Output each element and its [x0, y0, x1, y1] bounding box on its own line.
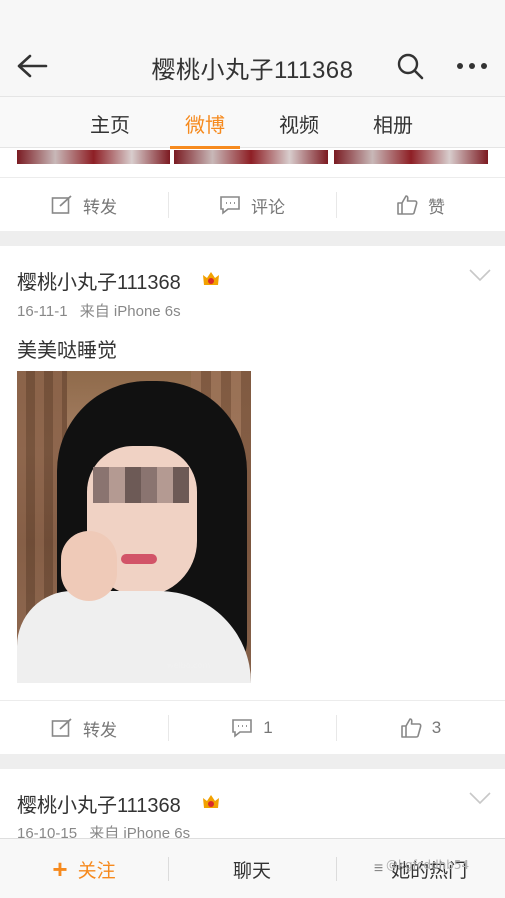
- watermark-text: @kgfcddhb54: [386, 858, 470, 872]
- comment-count: 1: [263, 718, 273, 737]
- comment-button[interactable]: 评论: [168, 178, 336, 232]
- profile-tabs: 主页 微博 视频 相册: [0, 96, 505, 148]
- comment-icon: [219, 195, 241, 215]
- like-count: 3: [431, 718, 442, 737]
- post-author-name[interactable]: 樱桃小丸子111368: [17, 266, 181, 295]
- post-action-bar: 转发 1 3: [0, 700, 505, 754]
- feed-separator: [0, 754, 505, 769]
- feed-separator: [0, 231, 505, 246]
- thumbs-up-icon: [400, 718, 422, 738]
- comment-icon: [231, 718, 253, 738]
- search-button[interactable]: [392, 50, 428, 82]
- list-icon: ≡: [373, 860, 384, 877]
- vip-badge-icon: [200, 792, 222, 812]
- like-label: 赞: [428, 197, 445, 217]
- repost-button[interactable]: 转发: [0, 701, 168, 755]
- photo-subject-lips: [121, 554, 157, 564]
- previous-post-image[interactable]: [174, 150, 328, 164]
- post-photo[interactable]: weibo.com: [17, 371, 251, 683]
- plus-icon: +: [52, 853, 68, 884]
- comment-label: 评论: [251, 197, 285, 217]
- post-menu-chevron-icon[interactable]: [468, 791, 492, 811]
- repost-icon: [51, 718, 73, 738]
- post-author-name[interactable]: 樱桃小丸子111368: [17, 789, 181, 818]
- thumbs-up-icon: [396, 195, 418, 215]
- profile-header: 樱桃小丸子111368: [0, 36, 505, 96]
- photo-censor-blur: [93, 467, 189, 503]
- post-menu-chevron-icon[interactable]: [468, 268, 492, 288]
- search-icon: [397, 53, 424, 80]
- repost-icon: [51, 195, 73, 215]
- tab-album[interactable]: 相册: [353, 109, 433, 138]
- post-date: 16-11-1: [17, 303, 68, 320]
- repost-label: 转发: [83, 197, 117, 217]
- repost-button[interactable]: 转发: [0, 178, 168, 232]
- more-button[interactable]: [452, 50, 492, 82]
- photo-subject-hand: [61, 531, 117, 601]
- chat-label: 聊天: [232, 860, 271, 882]
- comment-button[interactable]: 1: [168, 701, 336, 755]
- previous-post-image[interactable]: [334, 150, 488, 164]
- more-dots-icon: [457, 63, 487, 69]
- tab-weibo[interactable]: 微博: [165, 109, 245, 138]
- tab-video[interactable]: 视频: [259, 109, 339, 138]
- post-text: 美美哒睡觉: [17, 340, 117, 362]
- active-tab-indicator: [170, 146, 240, 149]
- post-meta: 16-11-1 来自 iPhone 6s: [17, 300, 181, 321]
- like-button[interactable]: 赞: [336, 178, 505, 232]
- page-title: 樱桃小丸子111368: [151, 57, 354, 84]
- previous-post-action-bar: 转发 评论 赞: [0, 177, 505, 231]
- tab-home[interactable]: 主页: [70, 109, 150, 138]
- chat-button[interactable]: 聊天: [168, 839, 336, 898]
- repost-label: 转发: [83, 720, 117, 740]
- status-bar: [0, 0, 505, 36]
- like-button[interactable]: 3: [336, 701, 505, 755]
- photo-watermark: weibo.com: [167, 661, 211, 670]
- follow-label: 关注: [77, 860, 116, 882]
- follow-button[interactable]: + 关注: [0, 839, 168, 898]
- vip-badge-icon: [200, 269, 222, 289]
- previous-post-image[interactable]: [17, 150, 170, 164]
- post-source: 来自 iPhone 6s: [79, 303, 181, 320]
